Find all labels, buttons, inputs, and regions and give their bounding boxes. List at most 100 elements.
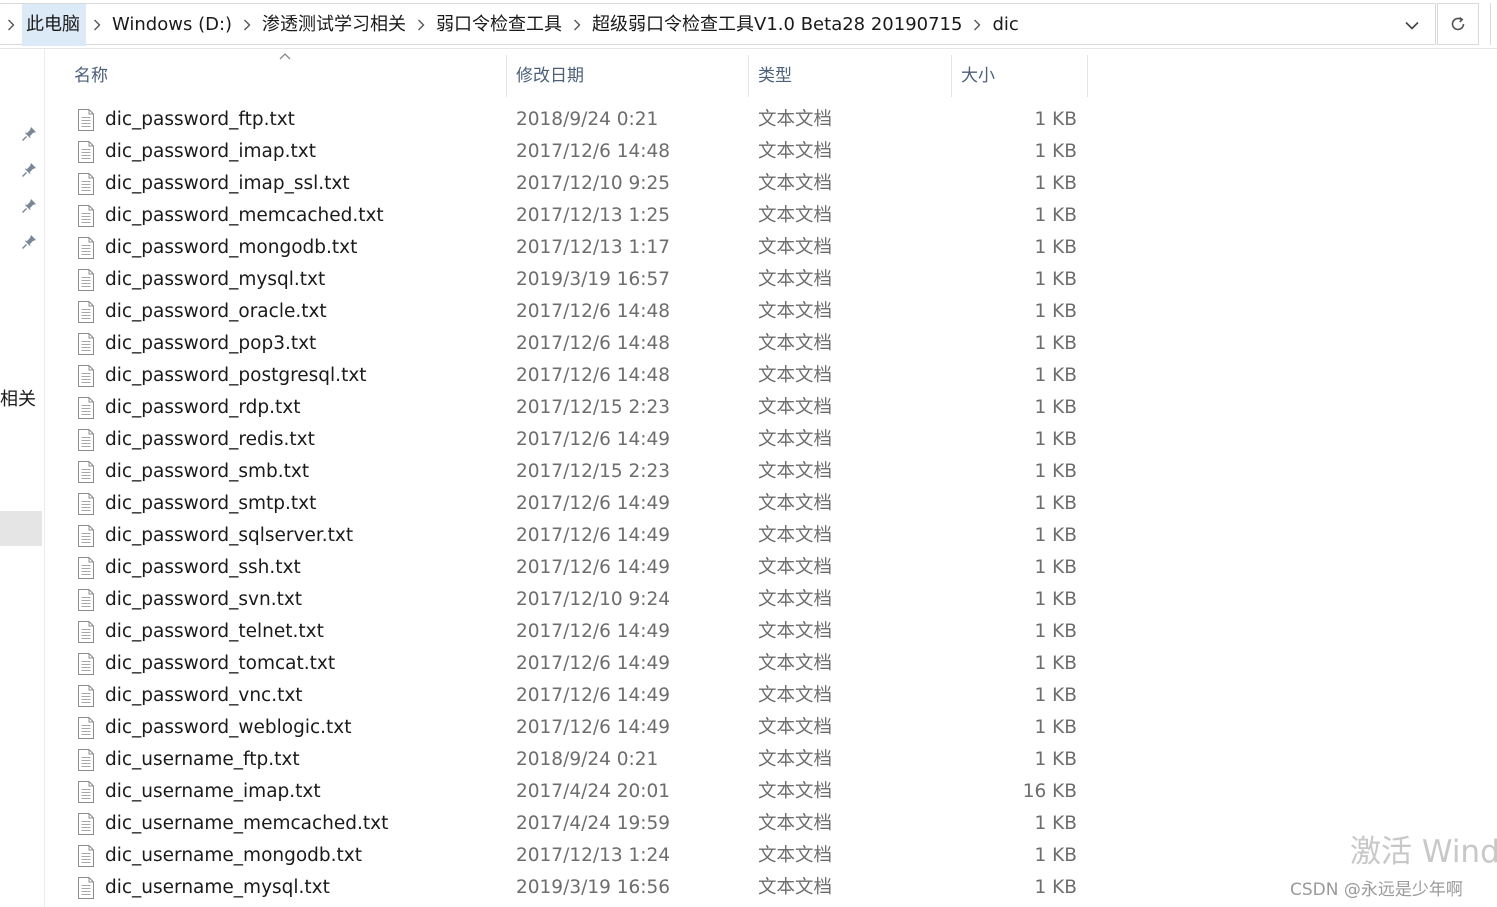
file-size: 1 KB bbox=[1034, 205, 1077, 226]
file-name[interactable]: dic_username_imap.txt bbox=[105, 776, 321, 808]
file-row[interactable]: dic_password_vnc.txt 2017/12/6 14:49 文本文档 1… bbox=[0, 680, 1090, 712]
file-row[interactable]: dic_password_ftp.txt 2018/9/24 0:21 文本文档 1 … bbox=[0, 104, 1090, 136]
breadcrumb-item-drive[interactable]: Windows (D:) bbox=[108, 4, 236, 46]
text-file-icon bbox=[77, 589, 95, 611]
file-row[interactable]: dic_username_mysql.txt 2019/3/19 16:56 文本文… bbox=[0, 872, 1090, 904]
file-size: 1 KB bbox=[1034, 493, 1077, 514]
text-file-icon bbox=[77, 173, 95, 195]
file-name[interactable]: dic_password_imap.txt bbox=[105, 136, 316, 168]
breadcrumb[interactable]: 此电脑 Windows (D:) 渗透测试学习相关 弱口令检查工具 超级弱口令检… bbox=[0, 3, 1436, 46]
file-row[interactable]: dic_password_weblogic.txt 2017/12/6 14:49… bbox=[0, 712, 1090, 744]
csdn-watermark: CSDN @永远是少年啊 bbox=[1290, 880, 1463, 900]
file-size: 1 KB bbox=[1034, 461, 1077, 482]
text-file-icon bbox=[77, 365, 95, 387]
file-date: 2018/9/24 0:21 bbox=[516, 749, 659, 770]
file-name[interactable]: dic_password_telnet.txt bbox=[105, 616, 324, 648]
file-row[interactable]: dic_password_postgresql.txt 2017/12/6 14:… bbox=[0, 360, 1090, 392]
breadcrumb-item-current[interactable]: dic bbox=[988, 4, 1022, 46]
column-header-size[interactable]: 大小 bbox=[952, 55, 1088, 97]
column-header-type[interactable]: 类型 bbox=[749, 55, 952, 97]
file-type: 文本文档 bbox=[758, 525, 833, 546]
column-header-name[interactable]: 名称 bbox=[46, 55, 507, 97]
file-name[interactable]: dic_password_redis.txt bbox=[105, 424, 315, 456]
file-row[interactable]: dic_password_imap_ssl.txt 2017/12/10 9:25… bbox=[0, 168, 1090, 200]
file-name[interactable]: dic_password_pop3.txt bbox=[105, 328, 316, 360]
file-name[interactable]: dic_username_memcached.txt bbox=[105, 808, 388, 840]
file-name[interactable]: dic_username_mysql.txt bbox=[105, 872, 330, 904]
file-size: 1 KB bbox=[1034, 141, 1077, 162]
breadcrumb-item-folder[interactable]: 渗透测试学习相关 bbox=[258, 4, 410, 46]
file-row[interactable]: dic_username_ftp.txt 2018/9/24 0:21 文本文档 1 … bbox=[0, 744, 1090, 776]
file-size: 1 KB bbox=[1034, 173, 1077, 194]
text-file-icon bbox=[77, 781, 95, 803]
chevron-down-icon[interactable] bbox=[1392, 4, 1432, 46]
breadcrumb-item-folder[interactable]: 弱口令检查工具 bbox=[432, 4, 566, 46]
file-row[interactable]: dic_password_svn.txt 2017/12/10 9:24 文本文档 1… bbox=[0, 584, 1090, 616]
file-row[interactable]: dic_password_oracle.txt 2017/12/6 14:48 文本… bbox=[0, 296, 1090, 328]
file-type: 文本文档 bbox=[758, 813, 833, 834]
chevron-right-icon[interactable] bbox=[236, 4, 258, 46]
breadcrumb-item-folder[interactable]: 超级弱口令检查工具V1.0 Beta28 20190715 bbox=[588, 4, 966, 46]
file-name[interactable]: dic_password_oracle.txt bbox=[105, 296, 327, 328]
chevron-right-icon[interactable] bbox=[86, 4, 108, 46]
chevron-right-icon[interactable] bbox=[410, 4, 432, 46]
file-row[interactable]: dic_password_memcached.txt 2017/12/13 1:2… bbox=[0, 200, 1090, 232]
text-file-icon bbox=[77, 557, 95, 579]
file-row[interactable]: dic_password_tomcat.txt 2017/12/6 14:49 文本… bbox=[0, 648, 1090, 680]
file-name[interactable]: dic_password_mongodb.txt bbox=[105, 232, 357, 264]
file-date: 2017/12/15 2:23 bbox=[516, 461, 671, 482]
file-name[interactable]: dic_password_ftp.txt bbox=[105, 104, 295, 136]
activation-watermark: 激活 Wind bbox=[1350, 834, 1497, 870]
file-name[interactable]: dic_password_vnc.txt bbox=[105, 680, 303, 712]
chevron-right-icon[interactable] bbox=[566, 4, 588, 46]
file-name[interactable]: dic_username_ftp.txt bbox=[105, 744, 300, 776]
file-type: 文本文档 bbox=[758, 845, 833, 866]
chevron-right-icon[interactable] bbox=[966, 4, 988, 46]
chevron-right-icon[interactable] bbox=[0, 4, 22, 46]
file-size: 1 KB bbox=[1034, 717, 1077, 738]
file-name[interactable]: dic_password_rdp.txt bbox=[105, 392, 301, 424]
file-list: dic_password_ftp.txt 2018/9/24 0:21 文本文档 1 … bbox=[0, 104, 1100, 904]
file-row[interactable]: dic_password_mongodb.txt 2017/12/13 1:17 文… bbox=[0, 232, 1090, 264]
file-date: 2018/9/24 0:21 bbox=[516, 109, 659, 130]
column-header-date[interactable]: 修改日期 bbox=[507, 55, 749, 97]
file-name[interactable]: dic_password_postgresql.txt bbox=[105, 360, 367, 392]
text-file-icon bbox=[77, 621, 95, 643]
file-name[interactable]: dic_password_sqlserver.txt bbox=[105, 520, 353, 552]
file-size: 1 KB bbox=[1034, 525, 1077, 546]
file-name[interactable]: dic_password_ssh.txt bbox=[105, 552, 301, 584]
file-row[interactable]: dic_password_smtp.txt 2017/12/6 14:49 文本文档… bbox=[0, 488, 1090, 520]
file-type: 文本文档 bbox=[758, 333, 833, 354]
file-row[interactable]: dic_password_pop3.txt 2017/12/6 14:48 文本文档… bbox=[0, 328, 1090, 360]
file-name[interactable]: dic_password_tomcat.txt bbox=[105, 648, 335, 680]
text-file-icon bbox=[77, 877, 95, 899]
file-name[interactable]: dic_password_weblogic.txt bbox=[105, 712, 352, 744]
file-row[interactable]: dic_password_telnet.txt 2017/12/6 14:49 文本… bbox=[0, 616, 1090, 648]
file-row[interactable]: dic_username_imap.txt 2017/4/24 20:01 文本文档… bbox=[0, 776, 1090, 808]
file-name[interactable]: dic_password_svn.txt bbox=[105, 584, 302, 616]
file-row[interactable]: dic_password_rdp.txt 2017/12/15 2:23 文本文档 1… bbox=[0, 392, 1090, 424]
file-row[interactable]: dic_password_sqlserver.txt 2017/12/6 14:4… bbox=[0, 520, 1090, 552]
file-row[interactable]: dic_password_mysql.txt 2019/3/19 16:57 文本文… bbox=[0, 264, 1090, 296]
file-row[interactable]: dic_username_mongodb.txt 2017/12/13 1:24 文… bbox=[0, 840, 1090, 872]
file-row[interactable]: dic_password_smb.txt 2017/12/15 2:23 文本文档 1… bbox=[0, 456, 1090, 488]
file-name[interactable]: dic_password_imap_ssl.txt bbox=[105, 168, 350, 200]
text-file-icon bbox=[77, 301, 95, 323]
refresh-icon[interactable] bbox=[1437, 3, 1479, 45]
file-name[interactable]: dic_password_mysql.txt bbox=[105, 264, 325, 296]
breadcrumb-item-this-pc[interactable]: 此电脑 bbox=[22, 4, 86, 46]
file-type: 文本文档 bbox=[758, 781, 833, 802]
file-name[interactable]: dic_username_mongodb.txt bbox=[105, 840, 362, 872]
file-row[interactable]: dic_password_imap.txt 2017/12/6 14:48 文本文档… bbox=[0, 136, 1090, 168]
file-date: 2017/12/6 14:48 bbox=[516, 333, 671, 354]
file-size: 1 KB bbox=[1034, 589, 1077, 610]
file-type: 文本文档 bbox=[758, 749, 833, 770]
file-name[interactable]: dic_password_smb.txt bbox=[105, 456, 309, 488]
file-name[interactable]: dic_password_memcached.txt bbox=[105, 200, 384, 232]
file-row[interactable]: dic_username_memcached.txt 2017/4/24 19:5… bbox=[0, 808, 1090, 840]
file-row[interactable]: dic_password_ssh.txt 2017/12/6 14:49 文本文档 1… bbox=[0, 552, 1090, 584]
file-row[interactable]: dic_password_redis.txt 2017/12/6 14:49 文本文… bbox=[0, 424, 1090, 456]
file-name[interactable]: dic_password_smtp.txt bbox=[105, 488, 316, 520]
file-size: 1 KB bbox=[1034, 621, 1077, 642]
search-box[interactable] bbox=[1490, 3, 1497, 45]
